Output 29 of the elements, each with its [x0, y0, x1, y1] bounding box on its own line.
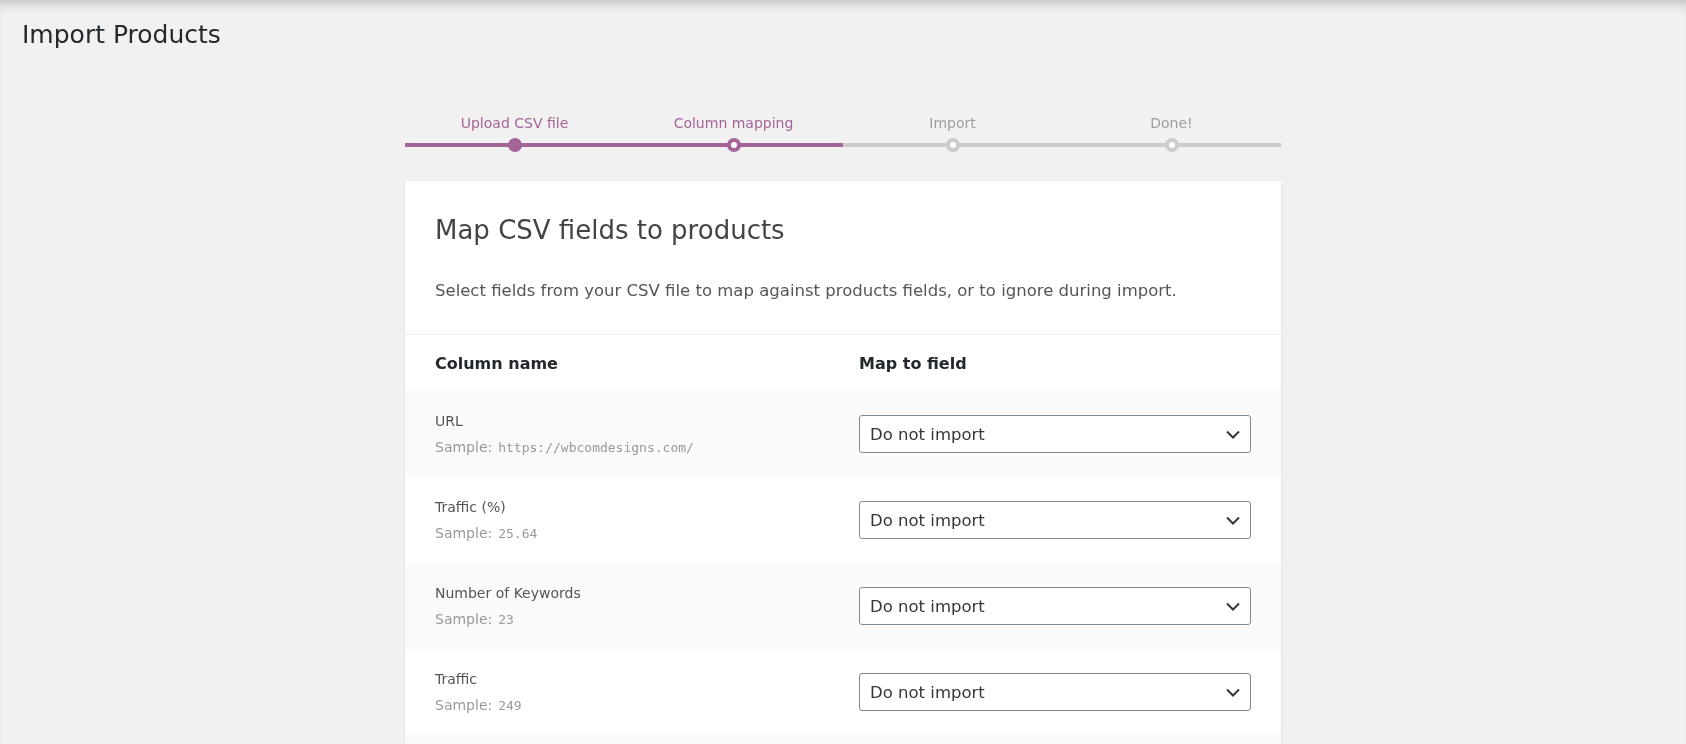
step-label: Done! — [1150, 115, 1193, 133]
chevron-down-icon — [1226, 429, 1240, 439]
card-description: Select fields from your CSV file to map against products fields, or to ignore during import. — [435, 281, 1178, 300]
sample-label: Sample: — [435, 439, 493, 455]
column-name: URL — [435, 413, 464, 429]
chevron-down-icon — [1226, 687, 1240, 697]
sample-label: Sample: — [435, 611, 493, 627]
map-field-select[interactable]: Do not import — [859, 673, 1251, 711]
page-title: Import Products — [21, 19, 222, 49]
sample-value: 23 — [498, 612, 514, 627]
map-field-select[interactable]: Do not import — [859, 415, 1251, 453]
step-label: Column mapping — [673, 115, 794, 133]
map-field-select[interactable]: Do not import — [859, 587, 1251, 625]
column-name: Traffic (%) — [435, 499, 507, 515]
chevron-down-icon — [1226, 601, 1240, 611]
sample-label: Sample: — [435, 525, 493, 541]
column-header: Map to field — [859, 353, 968, 373]
sample-value: https://wbcomdesigns.com/ — [498, 440, 694, 455]
sample-value: 25.64 — [498, 526, 538, 541]
chevron-down-icon — [1226, 515, 1240, 525]
step-label: Upload CSV file — [460, 115, 569, 133]
card-title: Map CSV fields to products — [435, 215, 786, 245]
column-name: Traffic — [435, 671, 479, 687]
sample-label: Sample: — [435, 697, 493, 713]
map-field-select[interactable]: Do not import — [859, 501, 1251, 539]
column-name: Number of Keywords — [435, 585, 582, 601]
step-label: Import — [929, 115, 976, 133]
sample-value: 249 — [498, 698, 522, 713]
column-header: Column name — [435, 353, 559, 373]
